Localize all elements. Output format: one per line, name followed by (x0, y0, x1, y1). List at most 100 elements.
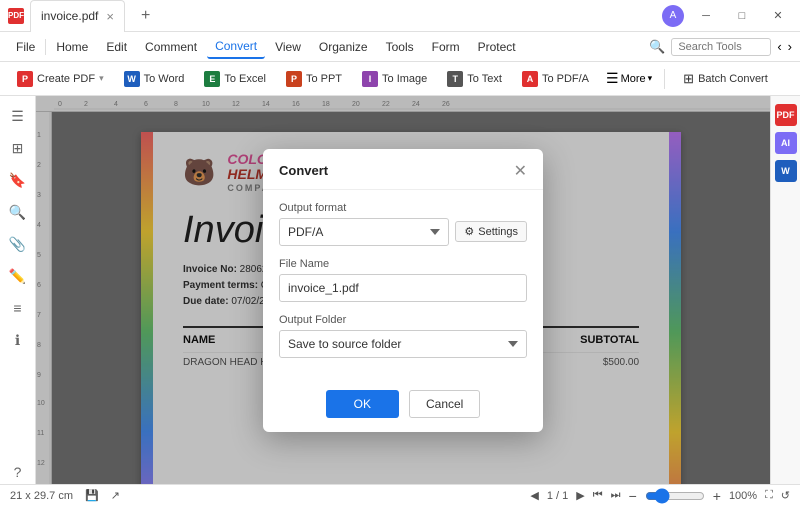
modal-overlay: Convert ✕ Output format PDF/A PDF/X PDF/… (36, 96, 770, 484)
menu-organize[interactable]: Organize (311, 36, 376, 58)
more-icon: ☰ (606, 70, 619, 87)
maximize-button[interactable]: □ (728, 6, 756, 26)
output-folder-label: Output Folder (279, 314, 527, 326)
to-excel-button[interactable]: E To Excel (195, 66, 275, 92)
main-area: ☰ ⊞ 🔖 🔍 📎 ✏️ ≡ ℹ ? 0 2 4 6 8 10 12 14 16… (0, 96, 800, 484)
menu-view[interactable]: View (267, 36, 309, 58)
fit-page-button[interactable]: ⛶ (765, 489, 773, 502)
rs-ai-icon[interactable]: AI (775, 132, 797, 154)
sidebar-layers-icon[interactable]: ≡ (6, 296, 30, 320)
document-viewer: 0 2 4 6 8 10 12 14 16 18 20 22 24 26 1 2 (36, 96, 770, 484)
cursor-icon[interactable]: ↗ (111, 489, 120, 502)
page-indicator: 1 / 1 (547, 490, 568, 502)
sidebar-paperclip-icon[interactable]: 📎 (6, 232, 30, 256)
more-button[interactable]: ☰ More ▾ (600, 66, 658, 91)
output-format-section: Output format PDF/A PDF/X PDF/E PDF/UA ⚙… (279, 202, 527, 246)
modal-title: Convert (279, 163, 328, 178)
to-image-icon: I (362, 71, 378, 87)
menu-edit[interactable]: Edit (98, 36, 135, 58)
output-format-select[interactable]: PDF/A PDF/X PDF/E PDF/UA (279, 218, 449, 246)
file-name-label: File Name (279, 258, 527, 270)
output-format-row: PDF/A PDF/X PDF/E PDF/UA ⚙ Settings (279, 218, 527, 246)
menu-form[interactable]: Form (424, 36, 468, 58)
new-tab-button[interactable]: + (131, 0, 160, 32)
toolbar: P Create PDF ▾ W To Word E To Excel P To… (0, 62, 800, 96)
to-image-button[interactable]: I To Image (353, 66, 436, 92)
create-pdf-arrow: ▾ (99, 73, 104, 84)
to-text-icon: T (447, 71, 463, 87)
left-sidebar: ☰ ⊞ 🔖 🔍 📎 ✏️ ≡ ℹ ? (0, 96, 36, 484)
to-ppt-button[interactable]: P To PPT (277, 66, 351, 92)
zoom-level: 100% (729, 490, 757, 502)
menu-divider (45, 39, 46, 55)
to-pdfa-icon: A (522, 71, 538, 87)
search-area: 🔍 ‹ › (649, 38, 792, 56)
sidebar-search-icon[interactable]: 🔍 (6, 200, 30, 224)
tab-label: invoice.pdf (41, 9, 98, 23)
close-window-button[interactable]: ✕ (764, 6, 792, 26)
title-bar: PDF invoice.pdf × + A ─ □ ✕ (0, 0, 800, 32)
sidebar-pen-icon[interactable]: ✏️ (6, 264, 30, 288)
close-tab-button[interactable]: × (106, 9, 114, 24)
page-dimensions: 21 x 29.7 cm (10, 490, 73, 502)
sidebar-thumbnail-icon[interactable]: ⊞ (6, 136, 30, 160)
file-name-section: File Name (279, 258, 527, 302)
create-pdf-button[interactable]: P Create PDF ▾ (8, 66, 113, 92)
sidebar-help-icon[interactable]: ? (6, 460, 30, 484)
next-page-button[interactable]: ▶ (576, 489, 584, 502)
modal-header: Convert ✕ (263, 149, 543, 190)
arrow-left-icon[interactable]: ‹ (777, 39, 781, 54)
ok-button[interactable]: OK (326, 390, 399, 418)
modal-footer: OK Cancel (263, 382, 543, 432)
menu-convert[interactable]: Convert (207, 35, 265, 59)
first-page-icon[interactable]: ⏮ (593, 489, 603, 502)
menu-tools[interactable]: Tools (378, 36, 422, 58)
rotate-button[interactable]: ↺ (781, 489, 790, 502)
right-sidebar: PDF AI W (770, 96, 800, 484)
to-ppt-icon: P (286, 71, 302, 87)
menu-protect[interactable]: Protect (470, 36, 524, 58)
last-page-icon[interactable]: ⏭ (611, 489, 621, 502)
modal-close-button[interactable]: ✕ (514, 161, 527, 181)
sidebar-info-icon[interactable]: ℹ (6, 328, 30, 352)
convert-modal: Convert ✕ Output format PDF/A PDF/X PDF/… (263, 149, 543, 432)
output-folder-select[interactable]: Save to source folder Choose folder... (279, 330, 527, 358)
zoom-out-button[interactable]: − (629, 488, 637, 504)
search-icon: 🔍 (649, 39, 665, 55)
rs-convert-icon[interactable]: PDF (775, 104, 797, 126)
status-bar: 21 x 29.7 cm 💾 ↗ ◀ 1 / 1 ▶ ⏮ ⏭ − + 100% … (0, 484, 800, 506)
menu-file[interactable]: File (8, 36, 43, 58)
rs-word-icon[interactable]: W (775, 160, 797, 182)
sidebar-bookmark-icon[interactable]: 🔖 (6, 168, 30, 192)
more-arrow-icon: ▾ (648, 73, 653, 84)
to-word-button[interactable]: W To Word (115, 66, 194, 92)
zoom-in-button[interactable]: + (713, 488, 721, 504)
sidebar-menu-icon[interactable]: ☰ (6, 104, 30, 128)
title-bar-right: A ─ □ ✕ (662, 5, 792, 27)
menu-home[interactable]: Home (48, 36, 96, 58)
to-excel-icon: E (204, 71, 220, 87)
to-text-button[interactable]: T To Text (438, 66, 511, 92)
profile-avatar[interactable]: A (662, 5, 684, 27)
to-word-icon: W (124, 71, 140, 87)
gear-icon: ⚙ (464, 225, 474, 238)
batch-icon: ⊞ (683, 71, 694, 87)
to-pdfa-button[interactable]: A To PDF/A (513, 66, 598, 92)
file-name-input[interactable] (279, 274, 527, 302)
menu-comment[interactable]: Comment (137, 36, 205, 58)
batch-convert-button[interactable]: ⊞ Batch Convert (675, 67, 776, 91)
settings-button[interactable]: ⚙ Settings (455, 221, 527, 242)
output-format-label: Output format (279, 202, 527, 214)
status-bar-right: ◀ 1 / 1 ▶ ⏮ ⏭ − + 100% ⛶ ↺ (530, 488, 790, 504)
cancel-button[interactable]: Cancel (409, 390, 480, 418)
minimize-button[interactable]: ─ (692, 6, 720, 26)
modal-body: Output format PDF/A PDF/X PDF/E PDF/UA ⚙… (263, 190, 543, 382)
create-pdf-icon: P (17, 71, 33, 87)
document-tab[interactable]: invoice.pdf × (30, 0, 125, 32)
save-icon[interactable]: 💾 (85, 489, 99, 502)
zoom-slider[interactable] (645, 488, 705, 504)
arrow-right-icon[interactable]: › (788, 39, 792, 54)
search-tools-input[interactable] (671, 38, 771, 56)
output-folder-section: Output Folder Save to source folder Choo… (279, 314, 527, 358)
prev-page-button[interactable]: ◀ (530, 489, 538, 502)
